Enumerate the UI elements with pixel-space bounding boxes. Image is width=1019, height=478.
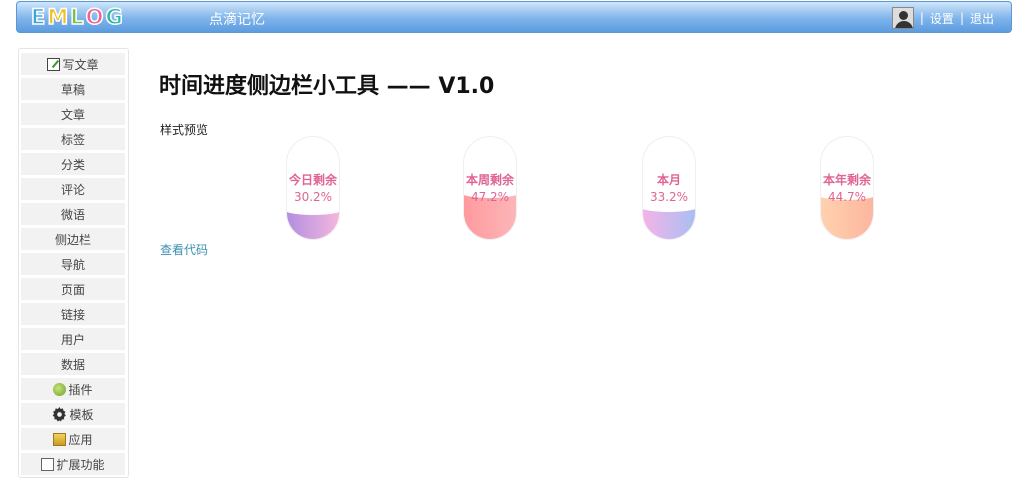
- capsule-label: 本月: [656, 173, 681, 187]
- sidebar-item-label: 链接: [60, 307, 85, 322]
- sidebar-item-label: 写文章: [62, 57, 99, 72]
- plugin-icon: [53, 382, 67, 396]
- sidebar-menu: 写文章 草稿 文章 标签 分类 评论 微语 侧边栏 导航 页面 链接 用户 数据…: [18, 48, 129, 478]
- app-icon: [53, 432, 67, 446]
- view-code-link[interactable]: 查看代码: [160, 241, 208, 258]
- sidebar-item-categories[interactable]: 分类: [21, 153, 125, 175]
- capsule-label: 今日剩余: [288, 173, 337, 187]
- sidebar-item-microposts[interactable]: 微语: [21, 203, 125, 225]
- site-name-link[interactable]: 点滴记忆: [209, 9, 265, 29]
- sidebar-item-apps[interactable]: 应用: [21, 428, 125, 450]
- capsule-value: 33.2%: [649, 190, 689, 204]
- user-avatar-icon[interactable]: [891, 7, 914, 29]
- extension-icon: [41, 457, 55, 471]
- sidebar-item-templates[interactable]: 模板: [21, 403, 125, 425]
- sidebar-item-label: 微语: [60, 207, 85, 222]
- logo-letter: O: [85, 4, 104, 30]
- sidebar-item-label: 页面: [60, 282, 85, 297]
- sidebar-item-label: 标签: [60, 132, 85, 147]
- capsule-label: 本周剩余: [465, 173, 514, 187]
- progress-capsule-today: 今日剩余 30.2%: [287, 137, 339, 239]
- sidebar-item-label: 文章: [60, 107, 85, 122]
- sidebar-item-tags[interactable]: 标签: [21, 128, 125, 150]
- sidebar-item-data[interactable]: 数据: [21, 353, 125, 375]
- sidebar-item-label: 用户: [60, 332, 85, 347]
- sidebar-item-label: 模板: [69, 407, 94, 422]
- capsule-value: 30.2%: [293, 190, 333, 204]
- preview-label: 样式预览: [160, 123, 209, 137]
- sidebar-item-label: 插件: [68, 382, 93, 397]
- gear-icon: [52, 406, 67, 422]
- pen-icon: [47, 57, 61, 71]
- sidebar-item-sidebar[interactable]: 侧边栏: [21, 228, 125, 250]
- top-header: E M L O G 点滴记忆 | 设置 | 退出: [16, 1, 1012, 33]
- sidebar-item-pages[interactable]: 页面: [21, 278, 125, 300]
- sidebar-item-articles[interactable]: 文章: [21, 103, 125, 125]
- separator: |: [919, 11, 924, 25]
- logo-letter: E: [30, 4, 46, 30]
- capsule-label: 本年剩余: [822, 173, 871, 187]
- sidebar-item-label: 扩展功能: [56, 457, 105, 472]
- logo-letter: M: [47, 4, 69, 30]
- logout-link[interactable]: 退出: [970, 10, 994, 27]
- user-area: | 设置 | 退出: [891, 7, 994, 29]
- settings-link[interactable]: 设置: [930, 10, 954, 27]
- progress-capsule-week: 本周剩余 47.2%: [464, 137, 516, 239]
- sidebar-item-label: 数据: [60, 357, 85, 372]
- page-title: 时间进度侧边栏小工具 —— V1.0: [159, 74, 495, 99]
- sidebar-item-label: 侧边栏: [54, 232, 91, 247]
- sidebar-item-drafts[interactable]: 草稿: [21, 78, 125, 100]
- sidebar-item-label: 导航: [60, 257, 85, 272]
- sidebar-item-label: 评论: [60, 182, 85, 197]
- progress-capsule-year: 本年剩余 44.7%: [821, 137, 873, 239]
- sidebar-item-label: 应用: [68, 432, 93, 447]
- sidebar-item-extensions[interactable]: 扩展功能: [21, 453, 125, 475]
- sidebar-item-write[interactable]: 写文章: [21, 53, 125, 75]
- separator: |: [959, 11, 964, 25]
- logo-letter: G: [105, 4, 124, 30]
- sidebar-item-users[interactable]: 用户: [21, 328, 125, 350]
- capsule-value: 44.7%: [827, 190, 867, 204]
- sidebar-item-label: 分类: [60, 157, 85, 172]
- sidebar-item-label: 草稿: [60, 82, 85, 97]
- sidebar-item-navigation[interactable]: 导航: [21, 253, 125, 275]
- capsule-value: 47.2%: [470, 190, 510, 204]
- sidebar-item-plugins[interactable]: 插件: [21, 378, 125, 400]
- sidebar-item-comments[interactable]: 评论: [21, 178, 125, 200]
- logo-letter: L: [69, 4, 84, 30]
- sidebar-item-links[interactable]: 链接: [21, 303, 125, 325]
- emlog-logo[interactable]: E M L O G: [30, 4, 124, 30]
- progress-capsule-month: 本月 33.2%: [643, 137, 695, 239]
